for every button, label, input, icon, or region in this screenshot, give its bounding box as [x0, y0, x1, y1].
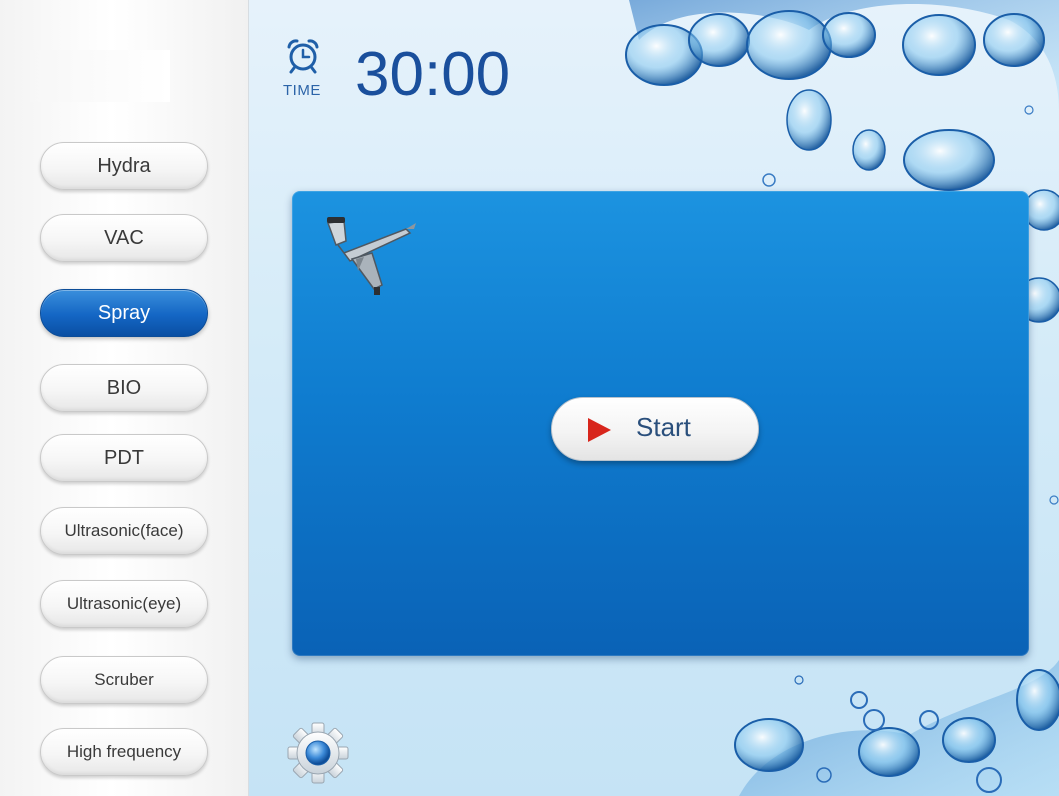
sidebar-item-label: Scruber [94, 670, 154, 689]
timer-value: 30:00 [355, 40, 511, 109]
sidebar-item-label: VAC [104, 226, 144, 249]
start-label: Start [636, 412, 691, 442]
sidebar-item-ultrasonic-face[interactable]: Ultrasonic(face) [40, 507, 208, 555]
sidebar-item-label: Spray [97, 301, 151, 324]
sidebar-item-pdt[interactable]: PDT [40, 434, 208, 482]
sidebar-item-hydra[interactable]: Hydra [40, 142, 208, 190]
treatment-panel: Start [292, 191, 1029, 656]
start-button[interactable]: Start [551, 397, 759, 461]
sidebar-item-label: PDT [104, 446, 144, 469]
sidebar-item-label: BIO [106, 376, 142, 399]
sidebar-item-label: Ultrasonic(eye) [66, 594, 182, 613]
sidebar-item-scruber[interactable]: Scruber [40, 656, 208, 704]
play-icon [588, 418, 611, 442]
main-area: TIME 30:00 Start [249, 0, 1059, 796]
sidebar-item-label: Ultrasonic(face) [64, 521, 184, 540]
sidebar: Hydra VAC Spray BIO PDT Ultrasonic(face)… [0, 0, 249, 796]
sidebar-item-vac[interactable]: VAC [40, 214, 208, 262]
sidebar-item-ultrasonic-eye[interactable]: Ultrasonic(eye) [40, 580, 208, 628]
spray-gun-icon [326, 217, 416, 295]
alarm-clock-icon [287, 39, 319, 74]
sidebar-item-label: High frequency [66, 742, 182, 761]
sidebar-item-label: Hydra [97, 154, 151, 177]
gear-icon[interactable] [287, 722, 349, 784]
time-label: TIME [283, 82, 321, 99]
logo [30, 50, 170, 102]
sidebar-item-high-frequency[interactable]: High frequency [40, 728, 208, 776]
sidebar-item-bio[interactable]: BIO [40, 364, 208, 412]
sidebar-item-spray[interactable]: Spray [40, 289, 208, 337]
